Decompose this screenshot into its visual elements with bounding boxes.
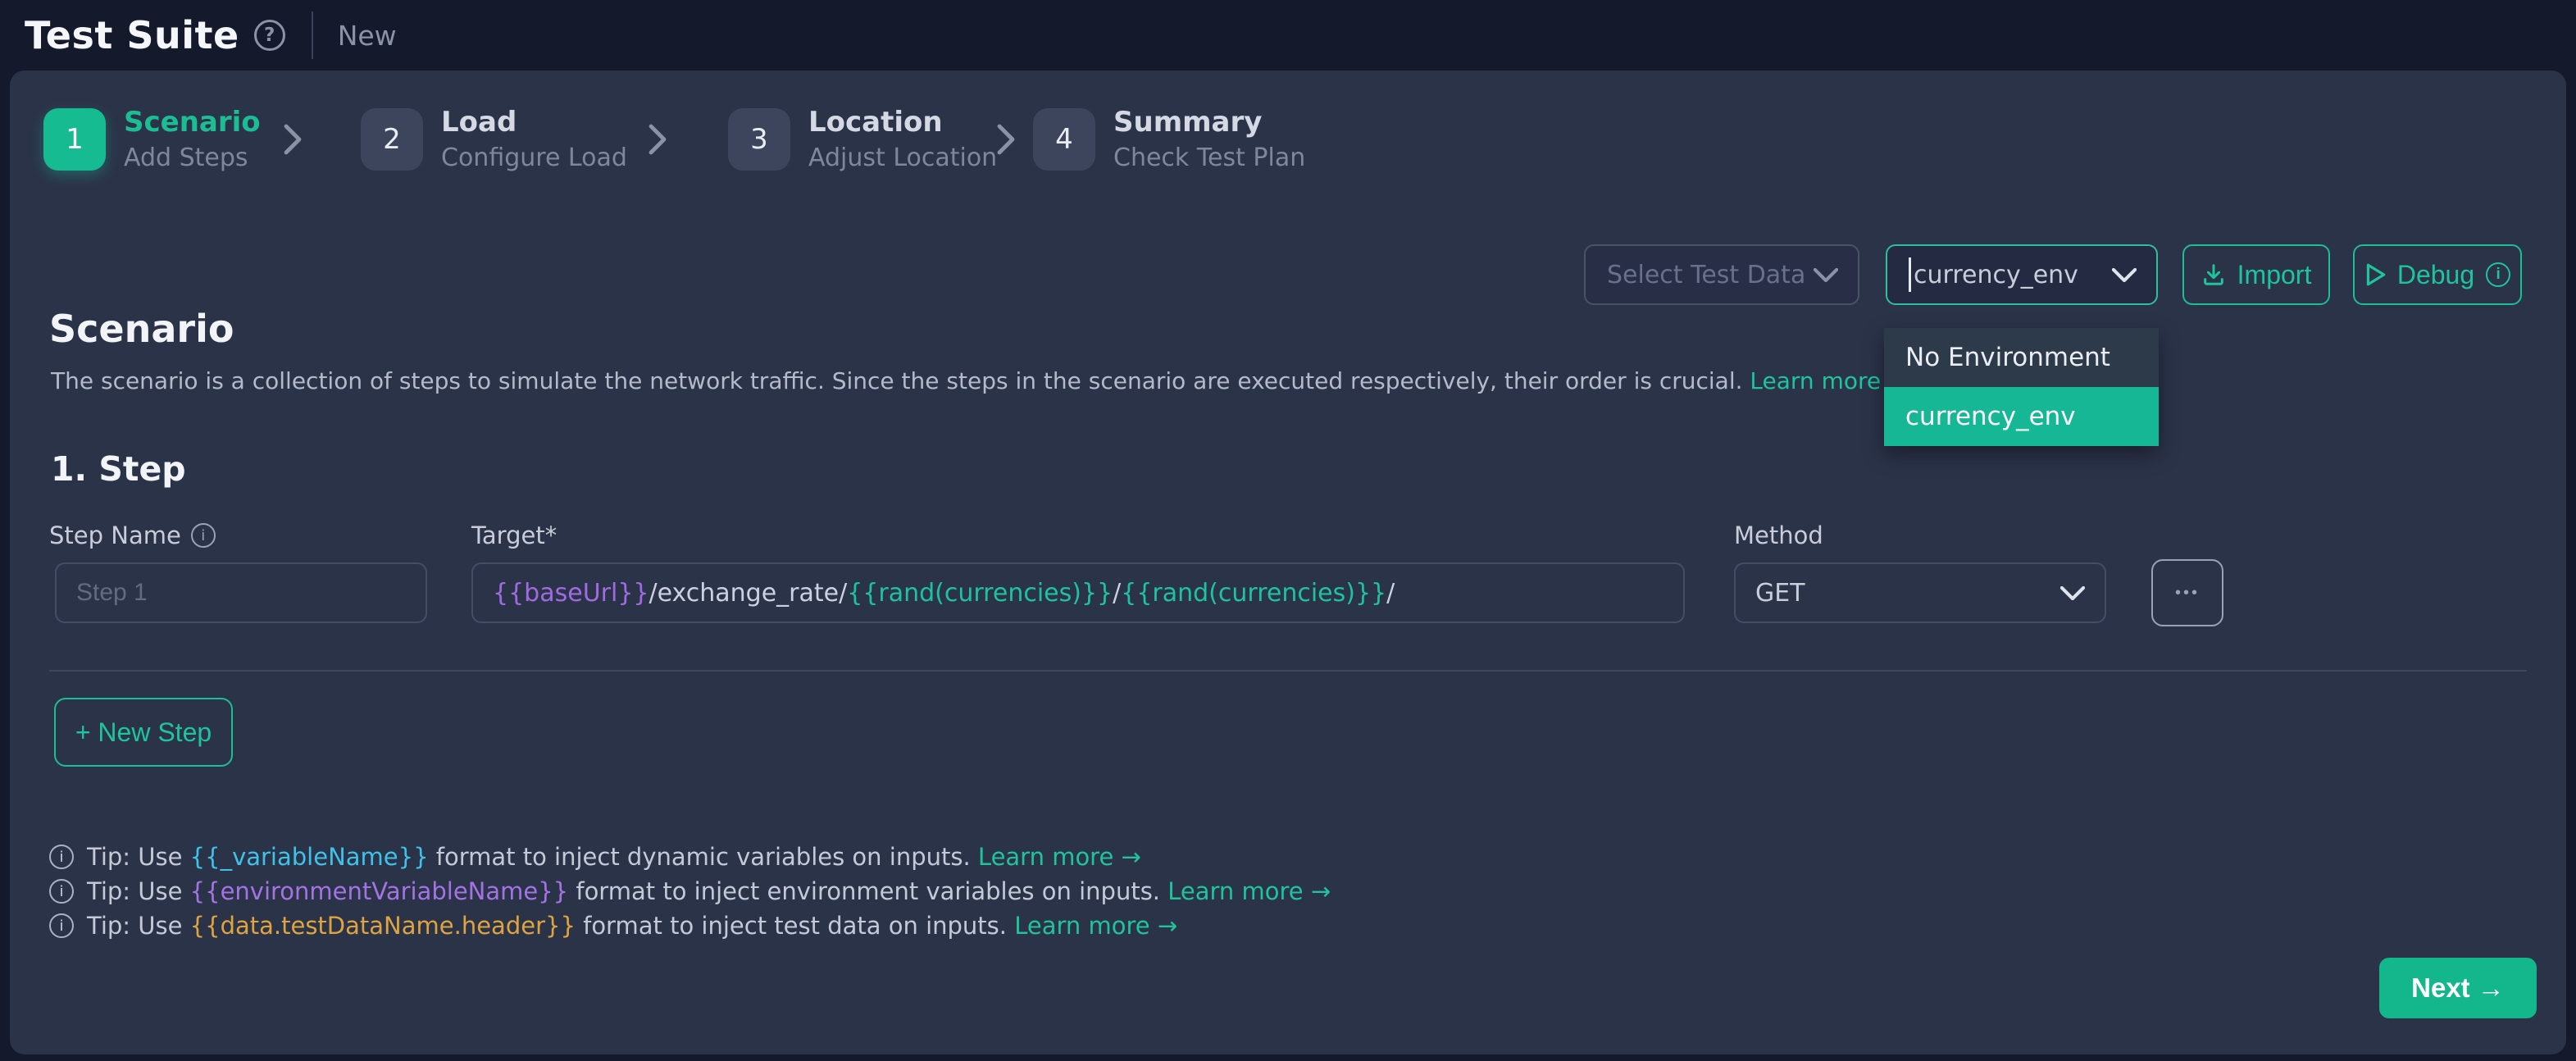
tip-learn-more-link[interactable]: Learn more → bbox=[1167, 877, 1331, 905]
info-glyph: i bbox=[59, 883, 63, 900]
header: Test Suite ? New bbox=[0, 0, 2576, 71]
download-icon bbox=[2201, 262, 2226, 287]
info-icon: i bbox=[49, 845, 74, 869]
chevron-down-icon bbox=[1814, 268, 1838, 282]
step-name-label-text: Step Name bbox=[49, 521, 181, 549]
environment-option-currency-env[interactable]: currency_env bbox=[1884, 387, 2159, 446]
ellipsis-icon: ••• bbox=[2175, 584, 2200, 603]
new-step-button[interactable]: + New Step bbox=[54, 698, 233, 767]
tip-code: {{_variableName}} bbox=[190, 843, 429, 871]
tip-code: {{data.testDataName.header}} bbox=[190, 912, 576, 940]
target-segment-path: / bbox=[1113, 579, 1121, 608]
info-icon: i bbox=[49, 913, 74, 938]
scenario-description-text: The scenario is a collection of steps to… bbox=[51, 367, 1750, 394]
step-number: 3 bbox=[728, 108, 790, 171]
import-label: Import bbox=[2237, 260, 2312, 290]
info-glyph: i bbox=[201, 527, 205, 544]
debug-info-icon[interactable]: i bbox=[2486, 262, 2510, 287]
scenario-section-title: Scenario bbox=[49, 307, 234, 351]
tip-learn-more-link[interactable]: Learn more → bbox=[978, 843, 1141, 871]
tip-text: Tip: Use {{_variableName}} format to inj… bbox=[87, 843, 1141, 871]
tip-environment-variables: i Tip: Use {{environmentVariableName}} f… bbox=[49, 877, 1331, 905]
text-cursor bbox=[1909, 257, 1911, 292]
environment-value-wrap: currency_env bbox=[1909, 257, 2078, 292]
step-more-options-button[interactable]: ••• bbox=[2151, 559, 2223, 626]
method-label: Method bbox=[1734, 521, 1823, 549]
step-subtitle: Check Test Plan bbox=[1113, 143, 1305, 172]
environment-combobox[interactable]: currency_env bbox=[1886, 244, 2158, 305]
info-icon: i bbox=[49, 879, 74, 904]
method-value: GET bbox=[1755, 579, 1805, 608]
info-glyph: i bbox=[59, 849, 63, 866]
select-test-data-dropdown[interactable]: Select Test Data bbox=[1584, 244, 1859, 305]
environment-value: currency_env bbox=[1914, 261, 2078, 289]
environment-option-no-environment[interactable]: No Environment bbox=[1884, 328, 2159, 387]
step-subtitle: Add Steps bbox=[124, 143, 261, 172]
next-button[interactable]: Next → bbox=[2379, 958, 2537, 1018]
page-title: Test Suite bbox=[25, 13, 239, 57]
import-button[interactable]: Import bbox=[2182, 244, 2330, 305]
chevron-right-icon bbox=[283, 123, 303, 156]
info-glyph: i bbox=[59, 918, 63, 935]
target-label: Target* bbox=[471, 521, 557, 549]
select-test-data-placeholder: Select Test Data bbox=[1607, 261, 1805, 289]
step-title: Load bbox=[441, 107, 627, 139]
step-heading: 1. Step bbox=[51, 449, 186, 489]
header-divider bbox=[312, 11, 313, 59]
step-text: Scenario Add Steps bbox=[124, 107, 261, 172]
debug-label: Debug bbox=[2397, 260, 2474, 290]
tip-test-data: i Tip: Use {{data.testDataName.header}} … bbox=[49, 912, 1177, 940]
stepper-step-scenario[interactable]: 1 Scenario Add Steps bbox=[43, 107, 261, 172]
chevron-right-icon bbox=[996, 123, 1016, 156]
help-icon[interactable]: ? bbox=[254, 20, 285, 51]
chevron-down-icon bbox=[2060, 586, 2085, 600]
chevron-down-icon bbox=[2112, 268, 2137, 282]
target-segment-path: / bbox=[1386, 579, 1395, 608]
stepper-step-location[interactable]: 3 Location Adjust Location bbox=[728, 107, 997, 172]
tip-text: Tip: Use {{data.testDataName.header}} fo… bbox=[87, 912, 1177, 940]
step-title: Summary bbox=[1113, 107, 1305, 139]
target-segment-function: {{rand(currencies)}} bbox=[847, 579, 1113, 608]
step-name-info-icon[interactable]: i bbox=[191, 523, 216, 548]
step-name-label: Step Name i bbox=[49, 521, 216, 549]
tip-dynamic-variables: i Tip: Use {{_variableName}} format to i… bbox=[49, 843, 1141, 871]
app-screen: Test Suite ? New 1 Scenario Add Steps 2 … bbox=[0, 0, 2576, 1061]
step-subtitle: Configure Load bbox=[441, 143, 627, 172]
stepper-step-load[interactable]: 2 Load Configure Load bbox=[361, 107, 627, 172]
target-segment-variable: {{baseUrl}} bbox=[493, 579, 649, 608]
tip-code: {{environmentVariableName}} bbox=[190, 877, 568, 905]
step-number: 4 bbox=[1033, 108, 1095, 171]
breadcrumb: New bbox=[338, 20, 397, 52]
step-number: 1 bbox=[43, 108, 106, 171]
main-panel: 1 Scenario Add Steps 2 Load Configure Lo… bbox=[10, 71, 2566, 1054]
play-icon bbox=[2364, 262, 2386, 287]
method-select[interactable]: GET bbox=[1734, 562, 2106, 623]
step-title: Scenario bbox=[124, 107, 261, 139]
section-divider bbox=[49, 670, 2527, 672]
step-name-input[interactable] bbox=[55, 562, 427, 623]
help-glyph: ? bbox=[264, 25, 275, 46]
info-glyph: i bbox=[2496, 266, 2501, 284]
step-text: Summary Check Test Plan bbox=[1113, 107, 1305, 172]
step-subtitle: Adjust Location bbox=[808, 143, 997, 172]
target-input[interactable]: {{baseUrl}}/exchange_rate/{{rand(currenc… bbox=[471, 562, 1685, 623]
step-text: Load Configure Load bbox=[441, 107, 627, 172]
step-number: 2 bbox=[361, 108, 423, 171]
target-segment-function: {{rand(currencies)}} bbox=[1121, 579, 1386, 608]
stepper-step-summary[interactable]: 4 Summary Check Test Plan bbox=[1033, 107, 1305, 172]
tip-learn-more-link[interactable]: Learn more → bbox=[1014, 912, 1177, 940]
target-segment-path: /exchange_rate/ bbox=[649, 579, 848, 608]
debug-button[interactable]: Debug i bbox=[2353, 244, 2522, 305]
environment-menu: No Environment currency_env bbox=[1884, 328, 2159, 446]
step-title: Location bbox=[808, 107, 997, 139]
step-text: Location Adjust Location bbox=[808, 107, 997, 172]
chevron-right-icon bbox=[648, 123, 667, 156]
scenario-description: The scenario is a collection of steps to… bbox=[51, 367, 1907, 394]
tip-text: Tip: Use {{environmentVariableName}} for… bbox=[87, 877, 1331, 905]
